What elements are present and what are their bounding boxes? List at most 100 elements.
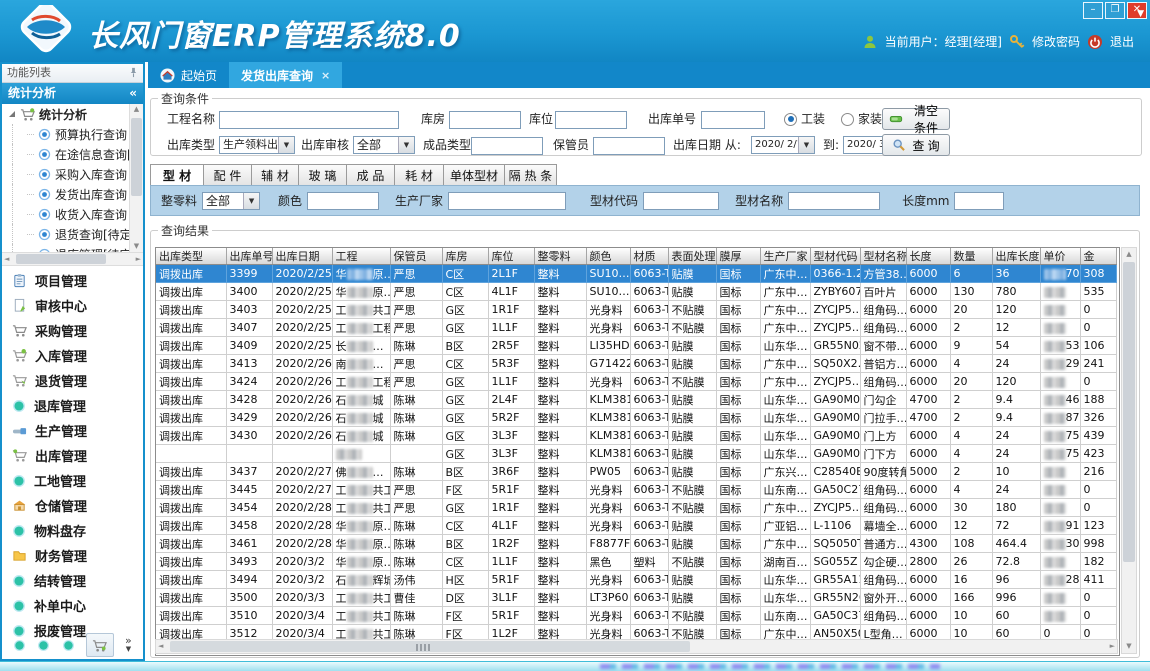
dot-icon[interactable] — [13, 639, 26, 652]
sidebar-item-入库管理[interactable]: 入库管理 — [2, 343, 143, 368]
scroll-up-icon[interactable]: ▲ — [1122, 249, 1136, 260]
material-tab-单体型材[interactable]: 单体型材 — [444, 164, 505, 185]
table-row[interactable]: 调拨出库34942020/3/2石辉城汤伟H区5R1F整料光身料6063-T5贴… — [156, 571, 1116, 589]
tree-vertical-scrollbar[interactable]: ▲ ▼ — [129, 104, 143, 252]
table-row[interactable]: 调拨出库34372020/2/27佛…陈琳B区3R6F整料PW056063-T5… — [156, 463, 1116, 481]
collapse-icon[interactable]: « — [129, 83, 137, 104]
radio-home[interactable]: 家装 — [841, 109, 882, 129]
table-row[interactable]: 调拨出库34242020/2/26工工程严思G区1L1F整料光身料6063-T5… — [156, 373, 1116, 391]
tab-发货出库查询[interactable]: 发货出库查询× — [229, 62, 342, 88]
scroll-left-icon[interactable]: ◄ — [4, 253, 9, 265]
column-header-颜色[interactable]: 颜色 — [586, 248, 630, 265]
sidebar-item-退库管理[interactable]: 退库管理 — [2, 393, 143, 418]
tab-list-dropdown-icon[interactable]: ▼ — [1137, 9, 1144, 19]
table-row[interactable]: 调拨出库34002020/2/25华原…严思C区4L1F整料SU10…6063-… — [156, 283, 1116, 301]
pin-icon[interactable] — [128, 67, 139, 78]
color-input[interactable] — [307, 192, 379, 210]
sidebar-item-结转管理[interactable]: 结转管理 — [2, 568, 143, 593]
tree-horizontal-scrollbar[interactable]: ◄ ► — [2, 252, 143, 266]
scroll-right-icon[interactable]: ► — [1110, 640, 1115, 653]
sidebar-item-退货管理[interactable]: 退货管理 — [2, 368, 143, 393]
audit-combobox[interactable]: 全部▼ — [353, 136, 415, 154]
change-password-link[interactable]: 修改密码 — [1032, 33, 1080, 50]
table-row[interactable]: 调拨出库34132020/2/26南…严思C区5R3F整料G714226063-… — [156, 355, 1116, 373]
tree-item[interactable]: 收货入库查询 — [12, 204, 143, 224]
column-header-生产厂家[interactable]: 生产厂家 — [760, 248, 810, 265]
scroll-down-icon[interactable]: ▼ — [130, 241, 143, 252]
sidebar-item-财务管理[interactable]: 财务管理 — [2, 543, 143, 568]
sidebar-item-仓储管理[interactable]: 仓储管理 — [2, 493, 143, 518]
sidebar-item-生产管理[interactable]: 生产管理 — [2, 418, 143, 443]
maker-input[interactable] — [448, 192, 566, 210]
column-header-型材代码[interactable]: 型材代码 — [810, 248, 860, 265]
column-header-库房[interactable]: 库房 — [442, 248, 488, 265]
table-row[interactable]: 调拨出库33992020/2/25华原…严思C区2L1F整料SU10…6063-… — [156, 265, 1116, 283]
menu-overflow-button[interactable]: »▼ — [125, 637, 132, 653]
column-header-保管员[interactable]: 保管员 — [390, 248, 442, 265]
dot-icon[interactable] — [37, 639, 50, 652]
material-tab-型材[interactable]: 型 材 — [150, 164, 204, 185]
length-input[interactable] — [954, 192, 1004, 210]
tree-item[interactable]: 发货出库查询 — [12, 184, 143, 204]
project-name-input[interactable] — [219, 111, 399, 129]
sidebar-item-物料盘存[interactable]: 物料盘存 — [2, 518, 143, 543]
tab-close-icon[interactable]: × — [321, 69, 330, 82]
out-type-combobox[interactable]: 生产领料出库▼ — [219, 136, 295, 154]
table-row[interactable]: 调拨出库34582020/2/28华原…陈琳C区4L1F整料光身料6063-T5… — [156, 517, 1116, 535]
scroll-left-icon[interactable]: ◄ — [158, 640, 163, 653]
table-row[interactable]: 调拨出库34282020/2/26石城陈琳G区2L4F整料KLM38176063… — [156, 391, 1116, 409]
sidebar-item-项目管理[interactable]: 项目管理 — [2, 268, 143, 293]
material-tab-隔热条[interactable]: 隔 热 条 — [505, 164, 557, 185]
order-no-input[interactable] — [701, 111, 765, 129]
scroll-right-icon[interactable]: ► — [136, 253, 141, 265]
column-header-长度[interactable]: 长度 — [906, 248, 950, 265]
expander-icon[interactable] — [8, 110, 16, 118]
column-header-库位[interactable]: 库位 — [488, 248, 534, 265]
table-row[interactable]: G区3L3F整料KLM38176063-T5贴膜国标山东华…GA90M09.门下… — [156, 445, 1116, 463]
product-type-input[interactable] — [471, 137, 543, 155]
table-row[interactable]: 调拨出库35102020/3/4工共工程陈琳F区5R1F整料光身料6063-T5… — [156, 607, 1116, 625]
table-row[interactable]: 调拨出库35002020/3/3工共工程曹佳D区3L1F整料LT3P606063… — [156, 589, 1116, 607]
tree-root[interactable]: 统计分析 — [2, 104, 143, 124]
table-row[interactable]: 调拨出库34292020/2/26石城陈琳G区5R2F整料KLM38176063… — [156, 409, 1116, 427]
sidebar-item-采购管理[interactable]: 采购管理 — [2, 318, 143, 343]
tree-item[interactable]: 在途信息查询[待 — [12, 144, 143, 164]
location-input[interactable] — [555, 111, 627, 129]
logout-link[interactable]: 退出 — [1110, 33, 1134, 50]
column-header-金[interactable]: 金 — [1080, 248, 1116, 265]
table-row[interactable]: 调拨出库34932020/3/2华原…陈琳C区1L1F整料黑色塑料不贴膜国标湖南… — [156, 553, 1116, 571]
table-row[interactable]: 调拨出库34302020/2/26石城陈琳G区3L3F整料KLM38176063… — [156, 427, 1116, 445]
material-tab-耗材[interactable]: 耗 材 — [395, 164, 444, 185]
table-row[interactable]: 调拨出库34452020/2/27工共工程严思F区5R1F整料光身料6063-T… — [156, 481, 1116, 499]
table-row[interactable]: 调拨出库34032020/2/25工共工程严思G区1R1F整料光身料6063-T… — [156, 301, 1116, 319]
warehouse-input[interactable] — [449, 111, 521, 129]
cart-shortcut-button[interactable] — [86, 633, 114, 657]
column-header-出库单号[interactable]: 出库单号 — [226, 248, 272, 265]
scroll-down-icon[interactable]: ▼ — [1122, 641, 1136, 652]
maximize-button[interactable]: ❐ — [1105, 2, 1125, 19]
material-tab-辅材[interactable]: 辅 材 — [252, 164, 299, 185]
tree-item[interactable]: 预算执行查询 — [12, 124, 143, 144]
scroll-up-icon[interactable]: ▲ — [130, 104, 143, 115]
grid-vertical-scrollbar[interactable]: ▲ ▼ — [1121, 247, 1137, 654]
tree-item[interactable]: 采购入库查询 — [12, 164, 143, 184]
tree-item[interactable]: 退库管理[待定] — [12, 244, 143, 252]
column-header-材质[interactable]: 材质 — [630, 248, 668, 265]
column-header-出库类型[interactable]: 出库类型 — [156, 248, 226, 265]
minimize-button[interactable]: – — [1083, 2, 1103, 19]
sidebar-item-出库管理[interactable]: 出库管理 — [2, 443, 143, 468]
statistics-section-header[interactable]: 统计分析 « — [2, 83, 143, 104]
table-row[interactable]: 调拨出库34092020/2/25长…陈琳B区2R5F整料LI35HD6063-… — [156, 337, 1116, 355]
column-header-数量[interactable]: 数量 — [950, 248, 992, 265]
column-header-出库长度[interactable]: 出库长度 — [992, 248, 1040, 265]
column-header-工程[interactable]: 工程 — [332, 248, 390, 265]
keeper-input[interactable] — [593, 137, 665, 155]
column-header-单价[interactable]: 单价 — [1040, 248, 1080, 265]
table-row[interactable]: 调拨出库34612020/2/28华原…陈琳B区1R2F整料F8877FT606… — [156, 535, 1116, 553]
sidebar-item-审核中心[interactable]: 审核中心 — [2, 293, 143, 318]
table-row[interactable]: 调拨出库34072020/2/25工工程严思G区1L1F整料光身料6063-T5… — [156, 319, 1116, 337]
search-button[interactable]: 查 询 — [882, 134, 950, 156]
radio-industrial[interactable]: 工装 — [784, 109, 825, 129]
column-header-膜厚[interactable]: 膜厚 — [716, 248, 760, 265]
table-row[interactable]: 调拨出库34542020/2/28工共工程严思G区1R1F整料光身料6063-T… — [156, 499, 1116, 517]
